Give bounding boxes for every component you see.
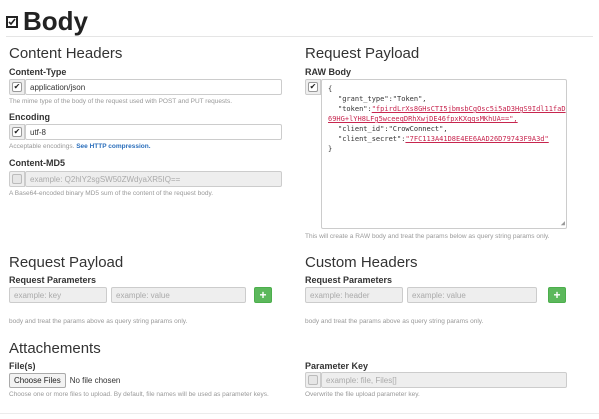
encoding-toggle[interactable]: ✔ [9, 124, 25, 140]
no-file-chosen-text: No file chosen [69, 376, 121, 385]
checkbox[interactable] [12, 174, 22, 184]
resize-handle-icon[interactable]: ◢ [561, 218, 565, 228]
choose-files-button[interactable]: Choose Files [9, 373, 66, 388]
raw-body-toggle[interactable]: ✔ [305, 79, 321, 95]
files-help: Choose one or more files to upload. By d… [9, 391, 269, 398]
add-parameter-button[interactable]: + [254, 287, 272, 303]
custom-headers-title: Custom Headers [305, 254, 418, 271]
content-md5-toggle[interactable] [9, 171, 25, 187]
content-md5-input[interactable]: example: Q2hlY2sgSW50ZWdyaXR5IQ== [25, 171, 282, 187]
header-key-placeholder: example: header [310, 291, 370, 300]
content-md5-placeholder: example: Q2hlY2sgSW50ZWdyaXR5IQ== [30, 175, 181, 184]
parameter-key-input[interactable]: example: file, Files[] [321, 372, 567, 388]
section-header: Body [6, 6, 88, 37]
request-params-label: Request Parameters [9, 275, 97, 285]
checkbox[interactable]: ✔ [12, 82, 22, 92]
raw-body-label: RAW Body [305, 67, 351, 77]
raw-line: { [328, 85, 333, 93]
bottom-divider [0, 413, 599, 414]
custom-headers-row: example: header example: value + [305, 287, 566, 303]
raw-key: "client_secret": [338, 135, 406, 143]
raw-line: "token":"fpirdLrXs8GHsCTI5jbmsbCgOsc5i5a… [328, 104, 566, 114]
checkbox[interactable]: ✔ [12, 127, 22, 137]
raw-value: "7FC113A41D8E4EE6AAD26D79743F9A3d" [405, 135, 549, 143]
param-key-placeholder: example: key [14, 291, 62, 300]
checkbox[interactable]: ✔ [308, 82, 318, 92]
custom-headers-help: body and treat the params above as query… [305, 318, 484, 325]
attachments-title: Attachements [9, 340, 101, 357]
content-type-help: The mime type of the body of the request… [9, 98, 233, 105]
request-params-help: body and treat the params above as query… [9, 318, 188, 325]
encoding-help-text: Acceptable encodings. [9, 143, 77, 150]
raw-line: 69HG+lYH8LFg5wceeqDRhXwjDE46fpxKXqqsMKhU… [328, 114, 560, 124]
encoding-input[interactable]: utf-8 [25, 124, 282, 140]
raw-value: "fpirdLrXs8GHsCTI5jbmsbCgOsc5i5aD3HgS9Id… [371, 105, 566, 113]
request-params-row: example: key example: value + [9, 287, 272, 303]
header-divider [6, 36, 593, 37]
encoding-help: Acceptable encodings. See HTTP compressi… [9, 143, 151, 150]
parameter-key-help: Overwrite the file upload parameter key. [305, 391, 420, 398]
page-title: Body [23, 6, 88, 36]
header-value-placeholder: example: value [412, 291, 466, 300]
header-key-input[interactable]: example: header [305, 287, 403, 303]
header-value-input[interactable]: example: value [407, 287, 537, 303]
content-md5-label: Content-MD5 [9, 158, 65, 168]
checkbox[interactable] [308, 375, 318, 385]
param-value-placeholder: example: value [116, 291, 170, 300]
param-key-input[interactable]: example: key [9, 287, 107, 303]
raw-line: } [328, 145, 333, 153]
request-payload-params-title: Request Payload [9, 254, 124, 271]
raw-body-group: ✔ { "grant_type":"Token", "token":"fpird… [305, 79, 567, 229]
parameter-key-placeholder: example: file, Files[] [326, 376, 397, 385]
content-type-group: ✔ application/json [9, 79, 282, 95]
encoding-label: Encoding [9, 112, 50, 122]
custom-headers-params-label: Request Parameters [305, 275, 393, 285]
content-md5-help: A Base64-encoded binary MD5 sum of the c… [9, 190, 214, 197]
parameter-key-group: example: file, Files[] [305, 372, 567, 388]
raw-body-help: This will create a RAW body and treat th… [305, 233, 550, 240]
raw-key: "grant_type": [338, 95, 393, 103]
encoding-group: ✔ utf-8 [9, 124, 282, 140]
raw-line: "grant_type":"Token", [328, 94, 560, 104]
add-header-button[interactable]: + [548, 287, 566, 303]
http-compression-link[interactable]: See HTTP compression. [76, 143, 150, 150]
raw-key: "token": [338, 105, 372, 113]
content-type-input[interactable]: application/json [25, 79, 282, 95]
files-label: File(s) [9, 361, 36, 371]
parameter-key-toggle[interactable] [305, 372, 321, 388]
content-type-toggle[interactable]: ✔ [9, 79, 25, 95]
content-type-label: Content-Type [9, 67, 67, 77]
raw-body-textarea[interactable]: { "grant_type":"Token", "token":"fpirdLr… [321, 79, 567, 229]
raw-line: "client_secret":"7FC113A41D8E4EE6AAD26D7… [328, 134, 560, 144]
raw-value: 69HG+lYH8LFg5wceeqDRhXwjDE46fpxKXqqsMKhU… [328, 115, 518, 123]
file-input: Choose Files No file chosen [9, 373, 120, 388]
square-check-icon [6, 15, 18, 28]
raw-line: "client_id":"CrowConnect", [338, 125, 448, 133]
parameter-key-label: Parameter Key [305, 361, 369, 371]
request-payload-raw-title: Request Payload [305, 45, 420, 62]
content-headers-title: Content Headers [9, 45, 123, 62]
raw-value: "Token", [392, 95, 427, 103]
param-value-input[interactable]: example: value [111, 287, 246, 303]
content-md5-group: example: Q2hlY2sgSW50ZWdyaXR5IQ== [9, 171, 282, 187]
